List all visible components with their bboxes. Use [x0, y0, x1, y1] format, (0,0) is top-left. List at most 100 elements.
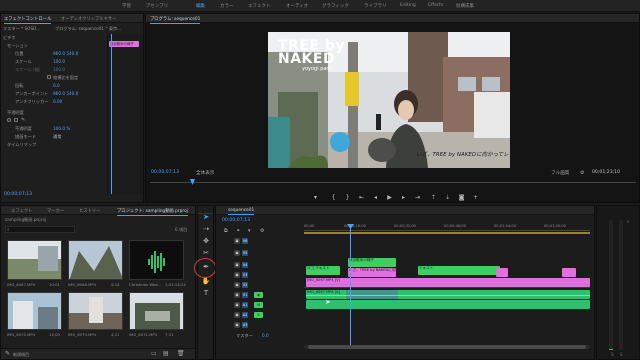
- folder-icon[interactable]: ▭: [151, 350, 157, 357]
- project-search-input[interactable]: ⌕: [5, 226, 75, 233]
- project-thumbnail[interactable]: [7, 292, 62, 330]
- title-clip[interactable]: 東京散歩の様子: [348, 258, 396, 267]
- ec-clip-chip[interactable]: 東京散歩の様子: [109, 41, 139, 47]
- wrench-icon[interactable]: ⚙: [580, 170, 584, 176]
- track-lock-icon[interactable]: ▣: [234, 238, 240, 244]
- mute-button[interactable]: M: [254, 302, 263, 308]
- title-clip[interactable]: [496, 268, 508, 277]
- workspace-tab[interactable]: オーディオ: [286, 3, 308, 9]
- timeline-ruler[interactable]: [304, 230, 590, 231]
- ec-clip-header[interactable]: プログラム: sequence01 * 東京...: [55, 26, 121, 32]
- ellipse-mask-icon[interactable]: [7, 118, 11, 122]
- master-value[interactable]: 0.0: [262, 333, 269, 338]
- fit-dropdown[interactable]: 全体表示: [196, 170, 214, 176]
- project-thumbnail[interactable]: [129, 240, 184, 280]
- title-clip[interactable]: ロゴ テキスト: [306, 266, 340, 275]
- trash-icon[interactable]: 🗑: [177, 350, 185, 357]
- work-area-bar[interactable]: [304, 232, 590, 234]
- in-point-icon[interactable]: {: [330, 194, 337, 201]
- workspace-tab[interactable]: エフェクト: [248, 3, 271, 9]
- track-label[interactable]: A3: [242, 322, 248, 328]
- ec-row-label[interactable]: タイムリマップ: [7, 142, 36, 148]
- project-thumbnail[interactable]: [7, 240, 62, 280]
- razor-tool-icon[interactable]: ✂: [201, 248, 211, 258]
- ec-row-value[interactable]: 960.0 540.0: [53, 91, 78, 96]
- track-lock-icon[interactable]: ▣: [234, 272, 240, 278]
- title-clip[interactable]: テキスト: [418, 266, 500, 275]
- timeline-scrollbar[interactable]: [304, 345, 590, 349]
- track-lock-icon[interactable]: ▣: [234, 282, 240, 288]
- ec-row-value[interactable]: 0.0: [53, 83, 60, 88]
- ec-row-value[interactable]: 100.0: [53, 67, 65, 72]
- quality-dropdown[interactable]: フル画質: [551, 170, 569, 176]
- checkbox-icon[interactable]: [47, 75, 51, 79]
- track-label[interactable]: V5: [242, 250, 248, 256]
- selection-tool-icon[interactable]: ➤: [201, 212, 211, 222]
- ec-source-header[interactable]: マスター * SOSD...: [3, 26, 40, 32]
- step-forward-icon[interactable]: ▸: [400, 194, 407, 201]
- title-clip[interactable]: いざ、TREE by NAKEDに向かって: [348, 268, 396, 277]
- program-timecode-current[interactable]: 00;00;07;13: [151, 170, 179, 175]
- ec-row-value[interactable]: 100.0: [53, 59, 65, 64]
- ec-playhead[interactable]: [111, 34, 112, 194]
- track-label[interactable]: A2: [242, 312, 248, 318]
- wrench-icon[interactable]: ⚙: [260, 228, 264, 234]
- tab-history[interactable]: ヒストリー: [79, 208, 100, 214]
- video-frame[interactable]: TREE by NAKED yoyogi park いざ、TREE by NAK…: [268, 32, 510, 168]
- project-thumbnail[interactable]: [129, 292, 184, 330]
- timeline-sequence-tab[interactable]: sequence01: [228, 208, 255, 215]
- video-clip[interactable]: IMG_6067.MP4 [V]: [306, 278, 590, 287]
- marker-icon[interactable]: ▾: [312, 194, 319, 201]
- pencil-icon[interactable]: ✎: [5, 350, 10, 357]
- tab-markers[interactable]: マーカー: [47, 208, 64, 214]
- track-label[interactable]: V6: [242, 238, 248, 244]
- track-lock-icon[interactable]: ▣: [234, 322, 240, 328]
- workspace-tab-active[interactable]: 編集: [196, 3, 205, 9]
- ec-row-value[interactable]: 通常: [53, 134, 61, 140]
- type-tool-icon[interactable]: T: [201, 288, 211, 298]
- ec-row-label[interactable]: 不透明度: [7, 110, 24, 116]
- ec-row-label[interactable]: モーション: [7, 43, 28, 49]
- solo-s-icon[interactable]: S: [620, 352, 623, 357]
- timeline-timecode[interactable]: 00;00;07;13: [222, 218, 250, 223]
- step-back-icon[interactable]: ◂: [372, 194, 379, 201]
- link-icon[interactable]: ⚭: [236, 228, 240, 234]
- workspace-tab[interactable]: アセンブリ: [146, 3, 168, 9]
- rect-mask-icon[interactable]: [14, 118, 18, 122]
- project-thumbnail[interactable]: [68, 292, 123, 330]
- project-thumbnail[interactable]: [68, 240, 123, 280]
- track-label[interactable]: V4: [242, 262, 248, 268]
- new-item-icon[interactable]: ▤: [163, 350, 169, 357]
- workspace-tab[interactable]: ライブラリ: [364, 3, 387, 9]
- timeline-playhead[interactable]: [350, 224, 351, 348]
- add-button-icon[interactable]: +: [472, 194, 479, 201]
- tab-project[interactable]: プロジェクト: sampling動画.prproj: [117, 208, 188, 216]
- track-lock-icon[interactable]: ▣: [234, 250, 240, 256]
- out-point-icon[interactable]: }: [344, 194, 351, 201]
- export-frame-icon[interactable]: ◙: [458, 194, 465, 201]
- pen-mask-icon[interactable]: ✎: [21, 117, 25, 123]
- tab-audio-mixer[interactable]: オーディオクリップミキサー: [61, 16, 116, 22]
- ripple-edit-tool-icon[interactable]: ✥: [201, 236, 211, 246]
- track-lock-icon[interactable]: ▣: [234, 312, 240, 318]
- track-lock-icon[interactable]: ▣: [234, 292, 240, 298]
- track-label[interactable]: A1: [242, 302, 248, 308]
- ec-mini-timeline[interactable]: [107, 34, 143, 194]
- track-select-tool-icon[interactable]: ⇢: [201, 224, 211, 234]
- title-clip[interactable]: [562, 268, 576, 277]
- audio-clip[interactable]: [306, 300, 590, 309]
- go-to-in-icon[interactable]: ⇤: [358, 194, 365, 201]
- solo-button[interactable]: S: [254, 312, 263, 318]
- workspace-tab[interactable]: Effects: [428, 3, 443, 8]
- track-lock-icon[interactable]: ▣: [234, 302, 240, 308]
- track-label[interactable]: V1: [242, 292, 248, 298]
- ec-row-value[interactable]: 960.0 540.0: [53, 51, 78, 56]
- audio-volume-line[interactable]: [306, 295, 590, 296]
- workspace-tab[interactable]: カラー: [220, 3, 234, 9]
- workspace-tab[interactable]: グラフィック: [322, 3, 349, 9]
- play-icon[interactable]: ▶: [386, 194, 393, 201]
- track-label[interactable]: V3: [242, 272, 248, 278]
- ec-row-value[interactable]: 0.00: [53, 99, 62, 104]
- extract-icon[interactable]: ⇣: [444, 194, 451, 201]
- program-monitor-title[interactable]: プログラム: sequence01: [150, 16, 201, 24]
